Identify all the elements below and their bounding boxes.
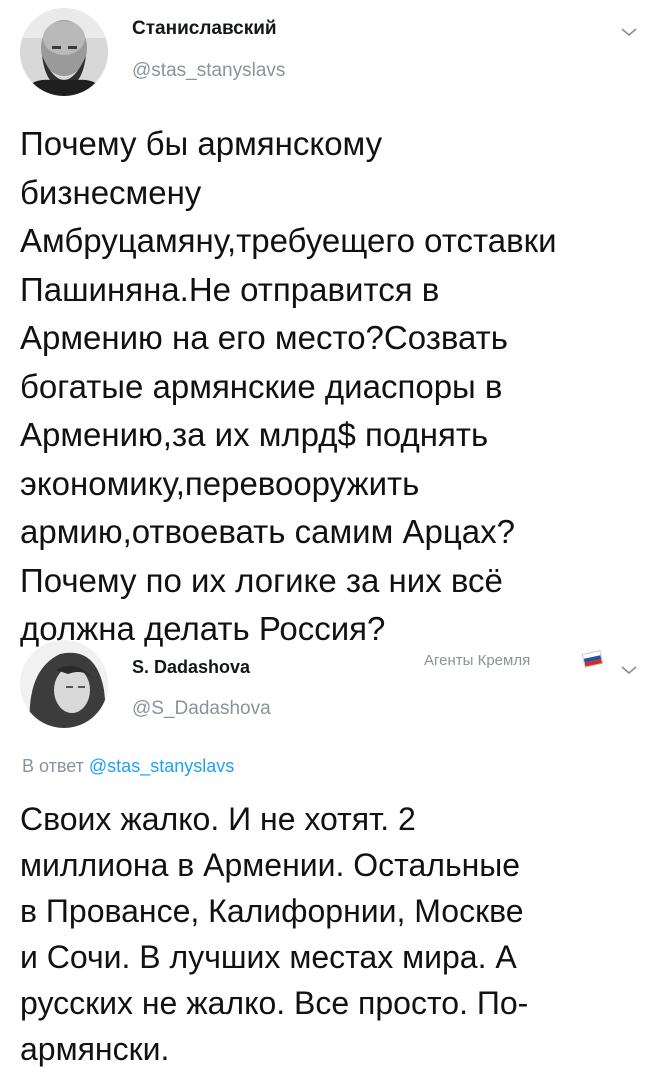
reply-prefix: В ответ bbox=[22, 756, 84, 776]
chevron-down-icon[interactable] bbox=[618, 24, 640, 40]
display-name[interactable]: S. Dadashova bbox=[132, 657, 250, 678]
user-handle[interactable]: @S_Dadashova bbox=[132, 698, 271, 720]
user-avatar[interactable] bbox=[20, 640, 108, 728]
user-avatar[interactable] bbox=[20, 8, 108, 96]
tweet: Станиславский @stas_stanyslavs Почему бы… bbox=[0, 0, 658, 647]
avatar-photo bbox=[20, 640, 108, 728]
russian-flag-icon bbox=[581, 650, 604, 668]
avatar-photo bbox=[20, 8, 108, 96]
chevron-down-icon[interactable] bbox=[618, 662, 640, 678]
profile-badge-text: Агенты Кремля bbox=[424, 652, 531, 669]
display-name[interactable]: Станиславский bbox=[132, 18, 277, 40]
user-handle[interactable]: @stas_stanyslavs bbox=[132, 60, 285, 82]
reply-tweet: S. Dadashova @S_Dadashova Агенты Кремля … bbox=[0, 630, 658, 1080]
tweet-text: Своих жалко. И не хотят. 2 миллиона в Ар… bbox=[20, 801, 529, 1067]
tweet-text: Почему бы армянскому бизнесмену Амбруцам… bbox=[20, 125, 557, 647]
reply-context: В ответ @stas_stanyslavs bbox=[22, 756, 234, 777]
reply-mention-link[interactable]: @stas_stanyslavs bbox=[89, 756, 234, 776]
